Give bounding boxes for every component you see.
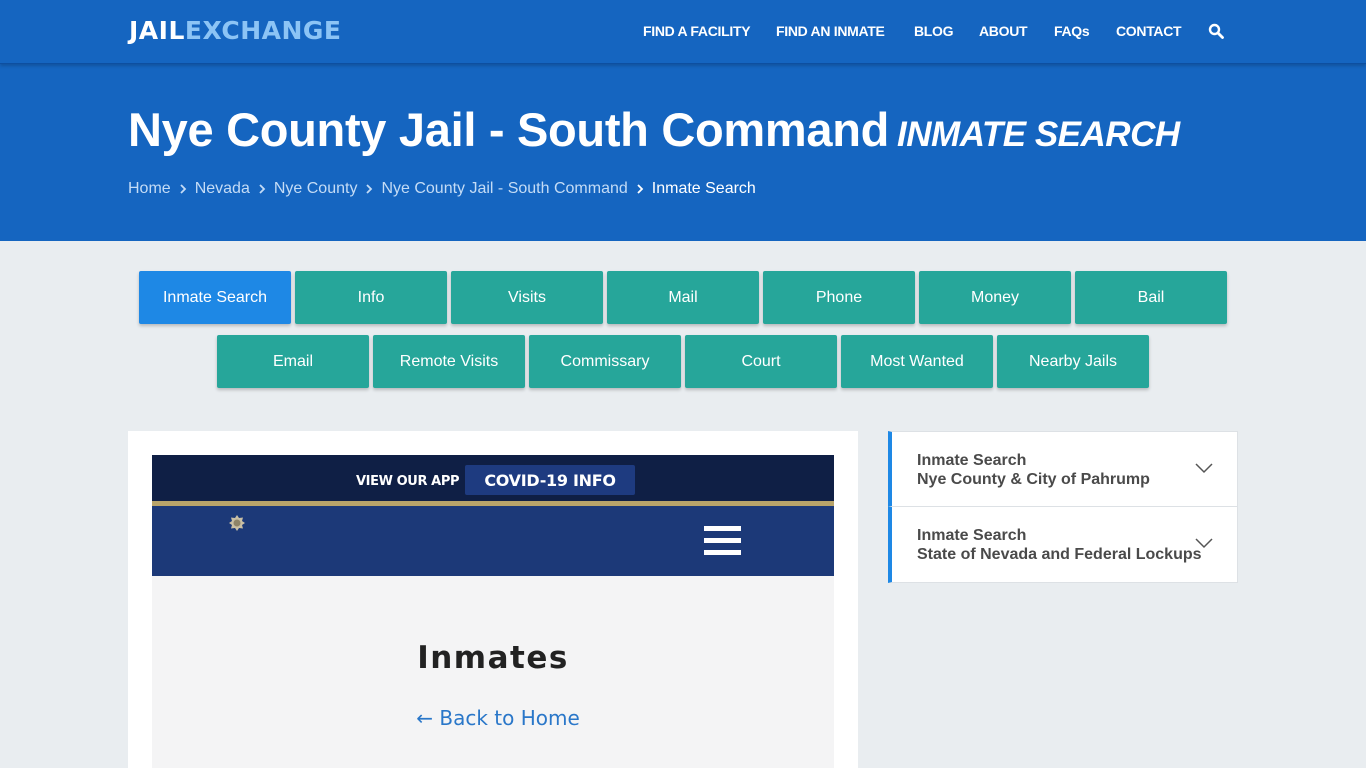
nav-about[interactable]: ABOUT (979, 23, 1028, 39)
covid-info-button[interactable]: COVID-19 INFO (465, 465, 635, 495)
tab-mail[interactable]: Mail (607, 271, 759, 324)
nav-blog[interactable]: BLOG (914, 23, 954, 39)
sheriff-badge-icon[interactable] (228, 514, 246, 532)
page-title-subtitle: INMATE SEARCH (897, 115, 1180, 154)
back-to-home-link[interactable]: ← Back to Home (152, 706, 834, 730)
sidebar-item-subtitle: Nye County & City of Pahrump (917, 471, 1150, 488)
tab-inmate-search[interactable]: Inmate Search (139, 271, 291, 324)
nav-faqs[interactable]: FAQs (1054, 23, 1090, 39)
tab-money[interactable]: Money (919, 271, 1071, 324)
search-icon[interactable] (1208, 23, 1224, 39)
nav-find-an-inmate[interactable]: FIND AN INMATE (776, 23, 885, 39)
site-logo[interactable]: JAILEXCHANGE (129, 16, 342, 45)
tab-nearby-jails[interactable]: Nearby Jails (997, 335, 1149, 388)
hamburger-menu-icon[interactable] (704, 526, 741, 556)
tab-visits[interactable]: Visits (451, 271, 603, 324)
sidebar-item-subtitle: State of Nevada and Federal Lockups (917, 546, 1202, 563)
sidebar-item-title: Inmate Search (917, 452, 1027, 469)
tab-commissary[interactable]: Commissary (529, 335, 681, 388)
top-navbar: JAILEXCHANGE FIND A FACILITY FIND AN INM… (0, 0, 1366, 64)
sidebar-item-nye-county-search[interactable]: Inmate Search Nye County & City of Pahru… (888, 431, 1238, 507)
page-title: Nye County Jail - South Command INMATE SE… (128, 102, 1180, 157)
sidebar-item-title: Inmate Search (917, 527, 1027, 544)
view-our-app-link[interactable]: VIEW OUR APP (356, 474, 460, 489)
breadcrumb-current: Inmate Search (651, 180, 756, 197)
sidebar-item-nevada-federal-search[interactable]: Inmate Search State of Nevada and Federa… (888, 507, 1238, 583)
tab-email[interactable]: Email (217, 335, 369, 388)
page-hero: Nye County Jail - South Command INMATE SE… (0, 64, 1366, 241)
chevron-right-icon (357, 180, 381, 198)
sidebar: Inmate Search Nye County & City of Pahru… (888, 431, 1238, 583)
logo-part-exchange: EXCHANGE (184, 16, 342, 45)
breadcrumb-home[interactable]: Home (128, 180, 171, 198)
nav-find-a-facility[interactable]: FIND A FACILITY (643, 23, 751, 39)
content-card: VIEW OUR APP COVID-19 INFO Inmates ← Bac… (128, 431, 858, 768)
tab-bail[interactable]: Bail (1075, 271, 1227, 324)
tab-remote-visits[interactable]: Remote Visits (373, 335, 525, 388)
tab-info[interactable]: Info (295, 271, 447, 324)
inmates-heading: Inmates (417, 640, 569, 676)
breadcrumb-nevada[interactable]: Nevada (195, 180, 250, 198)
breadcrumb-nye-county[interactable]: Nye County (274, 180, 358, 198)
logo-part-jail: JAIL (129, 16, 185, 45)
chevron-right-icon (171, 180, 195, 198)
tab-most-wanted[interactable]: Most Wanted (841, 335, 993, 388)
breadcrumb-facility[interactable]: Nye County Jail - South Command (381, 180, 627, 198)
chevron-right-icon (628, 180, 652, 198)
tab-court[interactable]: Court (685, 335, 837, 388)
breadcrumb: Home Nevada Nye County Nye County Jail -… (128, 180, 756, 198)
chevron-down-icon[interactable] (1195, 537, 1213, 549)
embedded-sheriff-site: VIEW OUR APP COVID-19 INFO Inmates ← Bac… (152, 455, 834, 768)
chevron-right-icon (250, 180, 274, 198)
embed-top-bar: VIEW OUR APP COVID-19 INFO (152, 455, 834, 501)
tab-phone[interactable]: Phone (763, 271, 915, 324)
chevron-down-icon[interactable] (1195, 462, 1213, 474)
nav-contact[interactable]: CONTACT (1116, 23, 1182, 39)
page-title-main: Nye County Jail - South Command (128, 103, 890, 156)
embed-nav-bar (152, 506, 834, 576)
